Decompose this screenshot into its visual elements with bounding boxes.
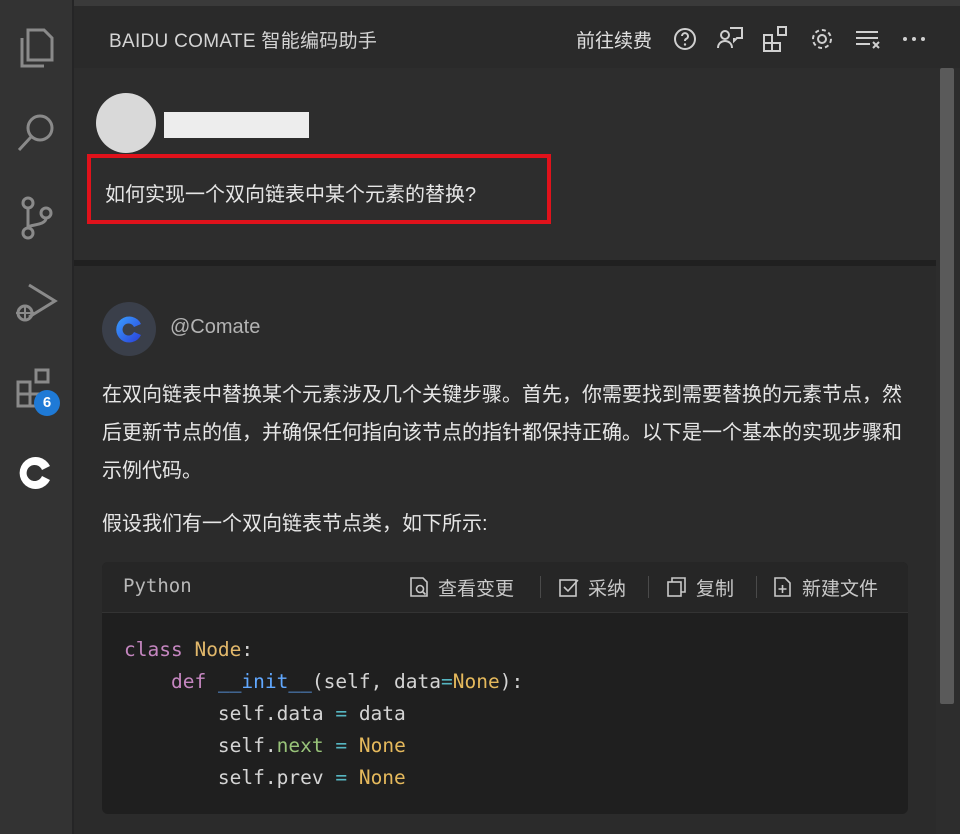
explorer-icon[interactable] <box>8 20 64 76</box>
user-avatar <box>96 93 156 153</box>
reply-paragraph-2: 假设我们有一个双向链表节点类，如下所示: <box>102 513 488 535</box>
new-file-button[interactable]: 新建文件 <box>772 573 878 601</box>
username-redacted <box>164 112 309 138</box>
settings-icon[interactable] <box>808 25 836 53</box>
feedback-icon[interactable] <box>716 25 744 53</box>
copy-label: 复制 <box>696 578 735 600</box>
code-block: Python 查看变更 采纳 复制 新建文件 class Node: def _… <box>102 562 908 814</box>
toolbar-divider <box>756 576 757 598</box>
toolbar-divider <box>540 576 541 598</box>
panel-scrollbar[interactable] <box>940 68 954 704</box>
code-content[interactable]: class Node: def __init__(self, data=None… <box>124 634 523 794</box>
highlighted-question-box: 如何实现一个双向链表中某个元素的替换? <box>87 154 551 224</box>
view-diff-label: 查看变更 <box>438 578 515 600</box>
accept-icon <box>559 579 579 597</box>
extensions-badge: 6 <box>34 390 60 416</box>
view-diff-button[interactable]: 查看变更 <box>408 573 514 601</box>
copy-icon <box>667 577 686 597</box>
user-question: 如何实现一个双向链表中某个元素的替换? <box>105 184 477 206</box>
accept-button[interactable]: 采纳 <box>558 573 626 601</box>
new-file-label: 新建文件 <box>802 578 879 600</box>
activity-bar: 6 <box>0 0 72 834</box>
help-icon[interactable] <box>671 25 699 53</box>
renew-link[interactable]: 前往续费 <box>576 26 652 53</box>
bot-name: @Comate <box>170 316 261 338</box>
copy-button[interactable]: 复制 <box>666 573 734 601</box>
panel-header: BAIDU COMATE 智能编码助手 前往续费 <box>74 0 960 68</box>
assistant-reply: @Comate 在双向链表中替换某个元素涉及几个关键步骤。首先，你需要找到需要替… <box>74 266 936 834</box>
code-toolbar: Python 查看变更 采纳 复制 新建文件 <box>102 562 908 613</box>
comate-panel: BAIDU COMATE 智能编码助手 前往续费 如何实现一个双向链表中某个元素… <box>74 0 960 834</box>
source-control-icon[interactable] <box>8 190 64 246</box>
comate-icon[interactable] <box>8 444 64 500</box>
more-icon[interactable] <box>900 25 928 53</box>
accept-label: 采纳 <box>588 578 627 600</box>
run-debug-icon[interactable] <box>8 274 64 330</box>
view-diff-icon <box>410 577 428 597</box>
comate-avatar-icon <box>102 302 156 356</box>
clear-icon[interactable] <box>854 25 882 53</box>
user-message: 如何实现一个双向链表中某个元素的替换? <box>74 68 936 260</box>
panel-title: BAIDU COMATE 智能编码助手 <box>109 31 378 52</box>
search-icon[interactable] <box>8 104 64 160</box>
extensions-icon[interactable] <box>762 25 790 53</box>
reply-paragraph-1: 在双向链表中替换某个元素涉及几个关键步骤。首先，你需要找到需要替换的元素节点，然… <box>102 384 902 482</box>
code-language: Python <box>123 575 192 597</box>
toolbar-divider <box>648 576 649 598</box>
new-file-icon <box>774 577 791 597</box>
